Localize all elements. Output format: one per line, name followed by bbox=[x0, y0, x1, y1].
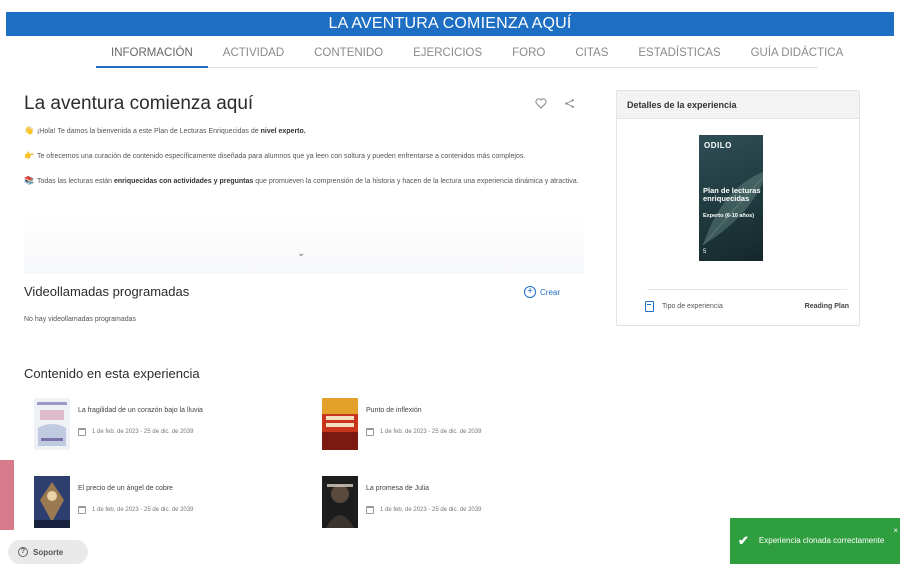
question-circle-icon: ? bbox=[18, 547, 28, 557]
tab-contenido[interactable]: CONTENIDO bbox=[299, 40, 398, 68]
book-number: 5 bbox=[703, 249, 707, 255]
intro-paragraph-3: 📚 Todas las lecturas están enriquecidas c… bbox=[24, 176, 579, 185]
book-cover-precio-angel bbox=[34, 476, 70, 528]
details-title: Detalles de la experiencia bbox=[617, 91, 859, 119]
books-icon: 📚 bbox=[24, 176, 34, 185]
content-item-date: 1 de feb. de 2023 - 25 de dic. de 2039 bbox=[366, 428, 481, 436]
calendar-icon bbox=[78, 428, 86, 436]
intro-paragraph-1: 👋 ¡Hola! Te damos la bienvenida a este Pl… bbox=[24, 126, 306, 135]
content-item[interactable]: Punto de inflexión 1 de feb. de 2023 - 2… bbox=[322, 398, 582, 454]
experience-details-card: Detalles de la experiencia ODILO Plan de… bbox=[616, 90, 860, 326]
tab-estadisticas[interactable]: ESTADÍSTICAS bbox=[623, 40, 735, 68]
calendar-icon bbox=[366, 506, 374, 514]
content-item[interactable]: La promesa de Julia 1 de feb. de 2023 - … bbox=[322, 476, 582, 532]
leaf-decoration-icon bbox=[702, 171, 763, 246]
divider bbox=[647, 289, 847, 290]
calendar-icon bbox=[366, 428, 374, 436]
support-button[interactable]: ? Soporte bbox=[8, 540, 88, 564]
experience-book-cover[interactable]: ODILO Plan de lecturas enriquecidas Expe… bbox=[699, 135, 763, 261]
type-label: Tipo de experiencia bbox=[662, 303, 723, 310]
odilo-logo: ODILO bbox=[704, 141, 732, 150]
tab-bar: INFORMACIÓN ACTIVIDAD CONTENIDO EJERCICI… bbox=[96, 40, 843, 68]
content-item-title: La promesa de Julia bbox=[366, 485, 430, 492]
content-item-title: El precio de un ángel de cobre bbox=[78, 485, 173, 492]
experience-header: LA AVENTURA COMIENZA AQUÍ bbox=[6, 12, 894, 36]
plus-circle-icon: + bbox=[524, 286, 536, 298]
content-item-date: 1 de feb. de 2023 - 25 de dic. de 2039 bbox=[78, 428, 193, 436]
book-title: Plan de lecturas enriquecidas bbox=[703, 186, 761, 203]
heart-icon[interactable] bbox=[534, 96, 548, 110]
page-title: La aventura comienza aquí bbox=[24, 93, 254, 114]
video-calls-title: Videollamadas programadas bbox=[24, 284, 190, 299]
book-subtitle: Experto (6-10 años) bbox=[703, 213, 755, 219]
tab-ejercicios[interactable]: EJERCICIOS bbox=[398, 40, 497, 68]
calendar-icon bbox=[78, 506, 86, 514]
wave-hand-icon: 👋 bbox=[24, 126, 34, 135]
content-title: Contenido en esta experiencia bbox=[24, 366, 200, 381]
pointing-hand-icon: 👉 bbox=[24, 151, 34, 160]
content-item[interactable]: La fragilidad de un corazón bajo la lluv… bbox=[34, 398, 294, 454]
close-icon[interactable]: × bbox=[893, 526, 898, 535]
no-video-calls-text: No hay videollamadas programadas bbox=[24, 316, 137, 323]
toast-message: Experiencia clonada correctamente bbox=[758, 536, 885, 545]
tab-actividad[interactable]: ACTIVIDAD bbox=[208, 40, 299, 68]
expand-chevron-icon[interactable]: ⌄ bbox=[297, 248, 305, 259]
tab-informacion[interactable]: INFORMACIÓN bbox=[96, 40, 208, 68]
type-value: Reading Plan bbox=[804, 303, 849, 310]
create-video-call-button[interactable]: + Crear bbox=[524, 286, 560, 298]
content-item-date: 1 de feb. de 2023 - 25 de dic. de 2039 bbox=[366, 506, 481, 514]
share-icon[interactable] bbox=[562, 96, 576, 110]
content-item-title: Punto de inflexión bbox=[366, 407, 422, 414]
tab-citas[interactable]: CITAS bbox=[560, 40, 623, 68]
tab-foro[interactable]: FORO bbox=[497, 40, 560, 68]
book-cover-promesa-julia bbox=[322, 476, 358, 528]
checkmark-icon: ✔ bbox=[738, 533, 749, 548]
content-item[interactable]: El precio de un ángel de cobre 1 de feb.… bbox=[34, 476, 294, 532]
content-item-title: La fragilidad de un corazón bajo la lluv… bbox=[78, 407, 203, 414]
content-item-date: 1 de feb. de 2023 - 25 de dic. de 2039 bbox=[78, 506, 193, 514]
experience-type-row: Tipo de experiencia Reading Plan bbox=[645, 301, 849, 312]
intro-paragraph-2: 👉 Te ofrecemos una curación de contenido … bbox=[24, 151, 526, 160]
side-accent-bar bbox=[0, 460, 14, 530]
book-cover-fragilidad bbox=[34, 398, 70, 450]
success-toast: ✔ Experiencia clonada correctamente × bbox=[730, 518, 900, 564]
tab-guia-didactica[interactable]: GUÍA DIDÁCTICA bbox=[736, 40, 859, 68]
document-icon bbox=[645, 301, 654, 312]
book-cover-punto-inflexion bbox=[322, 398, 358, 450]
